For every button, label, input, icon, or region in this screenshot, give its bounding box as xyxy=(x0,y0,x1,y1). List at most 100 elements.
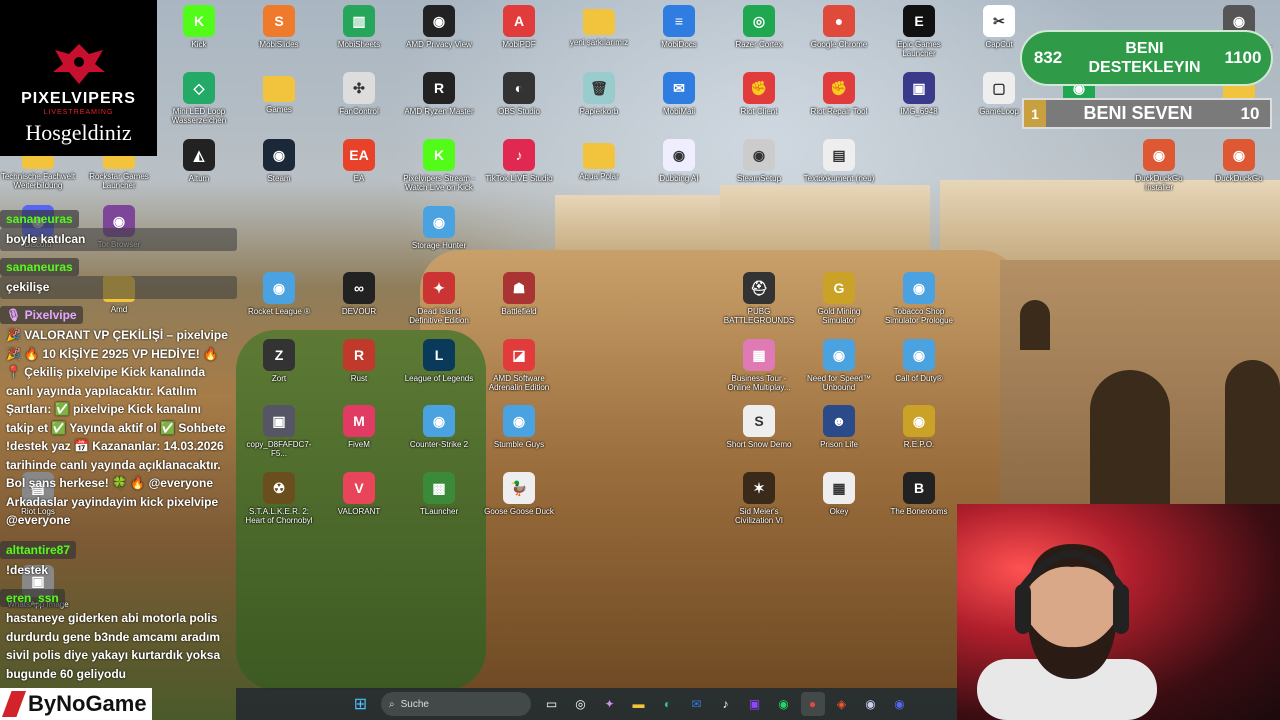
desktop-icon[interactable]: Z Zort xyxy=(241,339,317,383)
desktop-icon-label: The Bonerooms xyxy=(890,507,948,516)
taskbar-explorer-icon[interactable]: ▬ xyxy=(627,692,651,716)
desktop-icon[interactable]: ♪ TikTok LIVE Studio xyxy=(481,139,557,183)
desktop-icon-label: yeni şarkılarımız xyxy=(569,38,629,47)
desktop-icon[interactable]: S MobiSlides xyxy=(241,5,317,49)
desktop-icon[interactable]: K Kick xyxy=(161,5,237,49)
app-icon: ◉ xyxy=(423,405,455,437)
bynogame-logo-icon xyxy=(2,691,26,717)
desktop-icon-label: MobiSlides xyxy=(259,40,299,49)
app-icon: M xyxy=(343,405,375,437)
app-icon: ✉ xyxy=(663,72,695,104)
desktop-icon-label: Counter-Strike 2 xyxy=(409,440,469,449)
desktop-icon[interactable]: 🦆 Goose Goose Duck xyxy=(481,472,557,516)
chat-username: alttantire87 xyxy=(0,541,77,559)
desktop-icon[interactable]: A MobiPDF xyxy=(481,5,557,49)
desktop-icon[interactable]: ◉ SteamSetup xyxy=(721,139,797,183)
desktop-icon[interactable]: ≡ MobiDocs xyxy=(641,5,717,49)
desktop-icon[interactable]: ✊ Riot Repair Tool xyxy=(801,72,877,116)
desktop-icon[interactable]: ◉ Counter-Strike 2 xyxy=(401,405,477,449)
desktop-icon[interactable]: R Rust xyxy=(321,339,397,383)
desktop-icon[interactable]: 🗑 Papierkorb xyxy=(561,72,637,116)
streamer-silhouette xyxy=(977,544,1157,720)
taskbar-whatsapp-icon[interactable]: ◉ xyxy=(772,692,796,716)
desktop-icon-label: Papierkorb xyxy=(579,107,619,116)
desktop-icon[interactable]: S Short Snow Demo xyxy=(721,405,797,449)
desktop-icon[interactable]: E Epic Games Launcher xyxy=(881,5,957,58)
desktop-icon[interactable]: ✉ MobiMail xyxy=(641,72,717,116)
taskbar-twitch-icon[interactable]: ▣ xyxy=(743,692,767,716)
desktop-icon[interactable]: ▩ TLauncher xyxy=(401,472,477,516)
taskbar-edge-icon[interactable]: ◐ xyxy=(656,692,680,716)
desktop-icon[interactable]: Aqua Polar xyxy=(561,139,637,181)
desktop-icon[interactable]: ◉ R.E.P.O. xyxy=(881,405,957,449)
desktop-icon[interactable]: ✦ Dead Island Definitive Edition xyxy=(401,272,477,325)
desktop-icon[interactable]: G Gold Mining Simulator xyxy=(801,272,877,325)
taskbar-discord-icon[interactable]: ◉ xyxy=(888,692,912,716)
desktop-icon[interactable]: V VALORANT xyxy=(321,472,397,516)
app-icon: ◉ xyxy=(903,405,935,437)
desktop-icon[interactable]: yeni şarkılarımız xyxy=(561,5,637,47)
desktop-icon[interactable]: ▦ Business Tour - Online Multiplay... xyxy=(721,339,797,392)
desktop-icon[interactable]: ◇ Mini LED Loop Wasserzeichen xyxy=(161,72,237,125)
taskbar-search-input[interactable]: ⌕ Suche xyxy=(381,692,531,716)
taskbar-chrome-icon[interactable]: ● xyxy=(800,692,825,716)
desktop-icon[interactable]: ◉ Steam xyxy=(241,139,317,183)
desktop-icon[interactable]: ◎ Razer Cortex xyxy=(721,5,797,49)
app-icon: ◎ xyxy=(743,5,775,37)
desktop-icon[interactable]: EA EA xyxy=(321,139,397,183)
desktop-icon[interactable]: R AMD Ryzen Master xyxy=(401,72,477,116)
start-button[interactable]: ⊞ xyxy=(349,692,373,716)
desktop-icon[interactable]: ▦ Okey xyxy=(801,472,877,516)
desktop-icon[interactable]: Games xyxy=(241,72,317,114)
desktop-icon[interactable]: ☻ Prison Life xyxy=(801,405,877,449)
taskbar-brave-icon[interactable]: ◈ xyxy=(830,692,854,716)
desktop-icon-label: FanControl xyxy=(339,107,379,116)
app-icon: ● xyxy=(823,5,855,37)
desktop-icon[interactable]: K Pixelvipers Stream - Watch Live on Kick xyxy=(401,139,477,192)
desktop-icon[interactable]: L League of Legends xyxy=(401,339,477,383)
app-icon: ◇ xyxy=(183,72,215,104)
desktop-icon[interactable]: ◉ Storage Hunter xyxy=(401,206,477,250)
desktop-icon[interactable]: ◉ Tobacco Shop Simulator Prologue xyxy=(881,272,957,325)
app-icon: ◉ xyxy=(503,405,535,437)
desktop-icon-label: Need for Speed™ Unbound xyxy=(806,374,872,392)
app-icon: ✣ xyxy=(343,72,375,104)
desktop-icon[interactable]: ▣ IMG_6948 xyxy=(881,72,957,116)
desktop-icon[interactable]: B The Bonerooms xyxy=(881,472,957,516)
viper-logo-icon xyxy=(49,42,109,86)
desktop-icon[interactable]: ✊ Riot Client xyxy=(721,72,797,116)
desktop-icon[interactable]: ⛑ PUBG BATTLEGROUNDS xyxy=(721,272,797,325)
desktop-icon[interactable]: ◉ Call of Duty® xyxy=(881,339,957,383)
desktop-icon[interactable]: ▥ MobiSheets xyxy=(321,5,397,49)
desktop-icon[interactable]: ☢ S.T.A.L.K.E.R. 2: Heart of Chornobyl xyxy=(241,472,317,525)
desktop-icon[interactable]: ● Google Chrome xyxy=(801,5,877,49)
taskbar-mail-icon[interactable]: ✉ xyxy=(685,692,709,716)
desktop-icon[interactable]: ✶ Sid Meier's Civilization VI xyxy=(721,472,797,525)
desktop-icon[interactable]: ∞ DEVOUR xyxy=(321,272,397,316)
desktop-icon[interactable]: ▣ copy_D8FAFDC7-F5... xyxy=(241,405,317,458)
desktop-icon[interactable]: ◉ AMD Privacy View xyxy=(401,5,477,49)
desktop-icon[interactable]: ▤ Textdokument (neu) xyxy=(801,139,877,183)
desktop-icon[interactable]: M FiveM xyxy=(321,405,397,449)
taskbar-amd-icon[interactable]: ◎ xyxy=(569,692,593,716)
app-icon: ◉ xyxy=(423,5,455,37)
app-icon: ▣ xyxy=(263,405,295,437)
desktop-icon[interactable]: ☗ Battlefield xyxy=(481,272,557,316)
taskbar-copilot-icon[interactable]: ✦ xyxy=(598,692,622,716)
desktop-icon[interactable]: ◉ Stumble Guys xyxy=(481,405,557,449)
desktop-icon[interactable]: ◉ Rocket League ® xyxy=(241,272,317,316)
desktop-icon[interactable]: ◐ OBS Studio xyxy=(481,72,557,116)
desktop-icon[interactable]: ◉ DuckDuckGo Installer xyxy=(1121,139,1197,192)
chat-text: çekilişe xyxy=(0,276,237,299)
task-view-icon[interactable]: ▭ xyxy=(540,692,564,716)
taskbar-steam-icon[interactable]: ◉ xyxy=(859,692,883,716)
taskbar-tiktok-icon[interactable]: ♪ xyxy=(714,692,738,716)
desktop-icon[interactable]: ✣ FanControl xyxy=(321,72,397,116)
desktop-icon[interactable]: ◉ DuckDuckGo xyxy=(1201,139,1277,183)
desktop-icon[interactable]: ◉ Dubbing AI xyxy=(641,139,717,183)
desktop-icon-label: AMD Software Adrenalin Edition xyxy=(488,374,550,392)
desktop-icon[interactable]: ◭ Altum xyxy=(161,139,237,183)
webcam-feed xyxy=(957,504,1280,720)
desktop-icon[interactable]: ◉ Need for Speed™ Unbound xyxy=(801,339,877,392)
desktop-icon[interactable]: ◪ AMD Software Adrenalin Edition xyxy=(481,339,557,392)
